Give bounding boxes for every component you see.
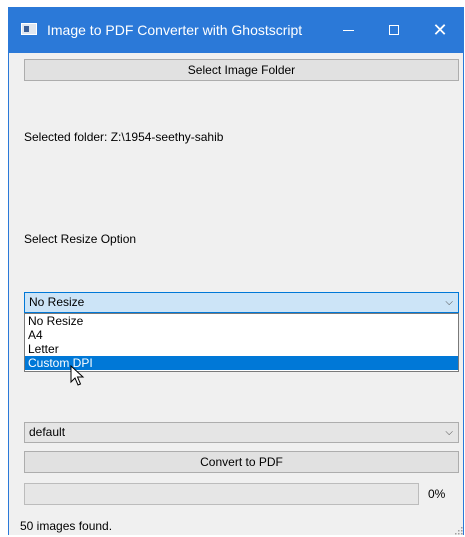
quality-value: default <box>29 425 66 439</box>
dropdown-option-letter[interactable]: Letter <box>25 342 458 356</box>
app-icon <box>21 23 37 35</box>
minimize-icon <box>342 29 354 31</box>
dropdown-option-a4[interactable]: A4 <box>25 328 458 342</box>
status-label: 50 images found. <box>20 519 113 533</box>
convert-to-pdf-button[interactable]: Convert to PDF <box>24 451 459 473</box>
maximize-button[interactable] <box>371 7 417 53</box>
dropdown-option-custom-dpi[interactable]: Custom DPI <box>25 356 458 370</box>
selected-folder-label: Selected folder: Z:\1954-seethy-sahib <box>24 130 224 144</box>
resize-option-label: Select Resize Option <box>24 232 137 246</box>
resize-grip-icon[interactable] <box>455 527 463 535</box>
progress-bar <box>24 483 419 505</box>
select-image-folder-button[interactable]: Select Image Folder <box>24 59 459 81</box>
progress-percent-label: 0% <box>428 487 446 501</box>
resize-option-dropdown: No Resize A4 Letter Custom DPI <box>24 313 459 372</box>
window-title: Image to PDF Converter with Ghostscript <box>47 22 303 38</box>
resize-option-combobox[interactable]: No Resize ⌵ <box>24 292 459 313</box>
chevron-down-icon: ⌵ <box>445 297 453 308</box>
close-button[interactable]: ✕ <box>417 7 463 53</box>
dropdown-option-no-resize[interactable]: No Resize <box>25 314 458 328</box>
mouse-cursor-icon <box>70 365 85 386</box>
title-bar[interactable]: Image to PDF Converter with Ghostscript … <box>9 7 463 53</box>
close-icon: ✕ <box>432 19 448 40</box>
maximize-icon <box>389 25 399 35</box>
resize-option-value: No Resize <box>29 295 85 309</box>
chevron-down-icon: ⌵ <box>445 427 453 438</box>
minimize-button[interactable] <box>325 7 371 53</box>
quality-combobox[interactable]: default ⌵ <box>24 422 459 443</box>
